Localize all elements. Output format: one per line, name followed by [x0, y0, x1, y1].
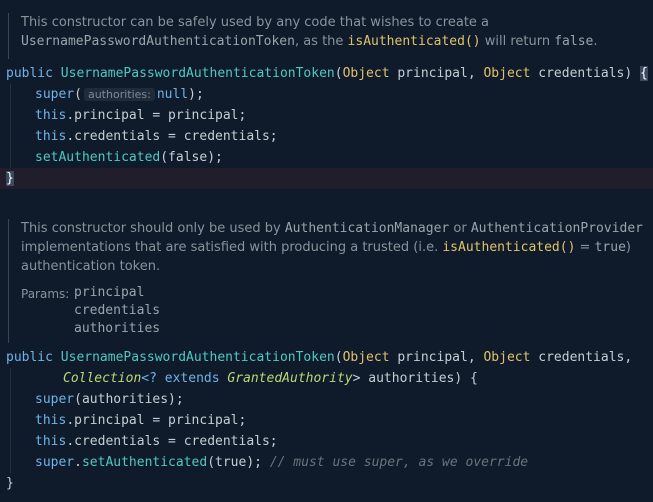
params-label: Params:: [21, 287, 70, 301]
doc1-text: .: [593, 34, 598, 49]
statement: .principal = principal;: [66, 108, 247, 123]
punct: ,: [467, 350, 484, 365]
param-item: credentials: [74, 303, 161, 318]
doc1-line2: UsernamePasswordAuthenticationToken, as …: [21, 32, 598, 51]
indent-guide: [10, 368, 11, 473]
doc2-text: or: [449, 221, 471, 236]
code-line[interactable]: public UsernamePasswordAuthenticationTok…: [6, 63, 648, 84]
punct: (: [334, 350, 343, 365]
param-principal: principal: [389, 66, 468, 81]
doc2-text: =: [575, 240, 595, 255]
code-line[interactable]: this.principal = principal;: [35, 105, 246, 126]
doc1-line1: This constructor can be safely used by a…: [21, 15, 490, 30]
doc2-provider-ref: AuthenticationProvider: [470, 221, 643, 236]
javadoc-block-1: This constructor can be safely used by a…: [8, 13, 598, 59]
punct: );: [188, 87, 204, 102]
punct: (: [334, 66, 343, 81]
type-collection: Collection: [63, 371, 142, 386]
statement: .principal = principal;: [66, 413, 247, 428]
constructor-name: UsernamePasswordAuthenticationToken: [60, 66, 335, 81]
punct: (: [74, 87, 82, 102]
generic-bound: <? extends: [141, 371, 228, 386]
doc2-line1: This constructor should only be used by …: [21, 219, 643, 238]
doc2-manager-ref: AuthenticationManager: [284, 221, 450, 236]
matched-brace: }: [6, 171, 14, 186]
doc1-text: will return: [480, 34, 555, 49]
doc1-text: , as the: [294, 34, 348, 49]
code-line[interactable]: super(authorities);: [35, 389, 184, 410]
javadoc-block-2: This constructor should only be used by …: [8, 219, 643, 343]
closing-brace: }: [6, 476, 14, 491]
doc1-method-ref: isAuthenticated(): [347, 34, 481, 49]
doc1-class-ref: UsernamePasswordAuthenticationToken: [21, 34, 295, 49]
statement: (true);: [207, 455, 270, 470]
method-call: setAuthenticated: [81, 455, 208, 470]
doc2-params: Params: principal credentials authoritie…: [21, 284, 643, 338]
line-comment: // must use super, as we override: [269, 455, 529, 470]
matched-brace: {: [640, 66, 648, 81]
code-line[interactable]: this.principal = principal;: [35, 410, 246, 431]
indent-guide: [10, 84, 11, 168]
current-line-highlight: [0, 168, 653, 189]
type-object: Object: [483, 350, 531, 365]
doc2-method-ref: isAuthenticated(): [442, 240, 576, 255]
keyword-public: public: [6, 66, 61, 81]
doc1-false-literal: false: [554, 34, 594, 49]
statement: (authorities);: [74, 392, 184, 407]
doc2-text: implementations that are satisfied with …: [21, 240, 443, 255]
keyword-this: this: [35, 129, 67, 144]
code-line[interactable]: }: [6, 473, 14, 494]
type-granted-authority: GrantedAuthority: [227, 371, 353, 386]
doc2-line3: authentication token.: [21, 259, 161, 274]
code-line[interactable]: this.credentials = credentials;: [35, 126, 278, 147]
punct: .: [74, 455, 82, 470]
code-editor[interactable]: This constructor can be safely used by a…: [0, 0, 653, 502]
code-line[interactable]: Collection<? extends GrantedAuthority> a…: [63, 368, 478, 389]
doc2-line2: implementations that are satisfied with …: [21, 238, 643, 257]
statement: .credentials = credentials;: [66, 129, 278, 144]
method-call: setAuthenticated: [35, 150, 161, 165]
doc2-text: This constructor should only be used by: [21, 221, 285, 236]
param-authorities: > authorities) {: [352, 371, 478, 386]
constructor-name: UsernamePasswordAuthenticationToken: [60, 350, 335, 365]
keyword-super: super: [35, 455, 75, 470]
param-item: principal: [74, 285, 145, 300]
keyword-null: null: [156, 87, 189, 102]
code-line[interactable]: public UsernamePasswordAuthenticationTok…: [6, 347, 632, 368]
param-credentials: credentials,: [530, 350, 633, 365]
type-object: Object: [342, 350, 390, 365]
code-line[interactable]: }: [6, 168, 14, 189]
keyword-this: this: [35, 108, 67, 123]
statement: .credentials = credentials;: [66, 434, 278, 449]
code-line[interactable]: this.credentials = credentials;: [35, 431, 278, 452]
keyword-public: public: [6, 350, 61, 365]
parameter-hint: authorities:: [83, 88, 155, 101]
code-line[interactable]: setAuthenticated(false);: [35, 147, 223, 168]
code-line[interactable]: super(authorities: null);: [35, 84, 204, 105]
keyword-this: this: [35, 413, 67, 428]
punct: ,: [467, 66, 484, 81]
punct: ): [624, 66, 641, 81]
type-object: Object: [342, 66, 390, 81]
doc2-text: ): [625, 240, 631, 255]
params-list: principal credentials authorities: [74, 284, 160, 338]
param-item: authorities: [74, 321, 161, 336]
keyword-this: this: [35, 434, 67, 449]
type-object: Object: [483, 66, 531, 81]
code-line[interactable]: super.setAuthenticated(true); // must us…: [35, 452, 528, 473]
keyword-super: super: [35, 392, 75, 407]
statement: (false);: [160, 150, 223, 165]
param-principal: principal: [389, 350, 468, 365]
keyword-super: super: [35, 87, 75, 102]
param-credentials: credentials: [530, 66, 625, 81]
doc2-true-literal: true: [594, 240, 626, 255]
